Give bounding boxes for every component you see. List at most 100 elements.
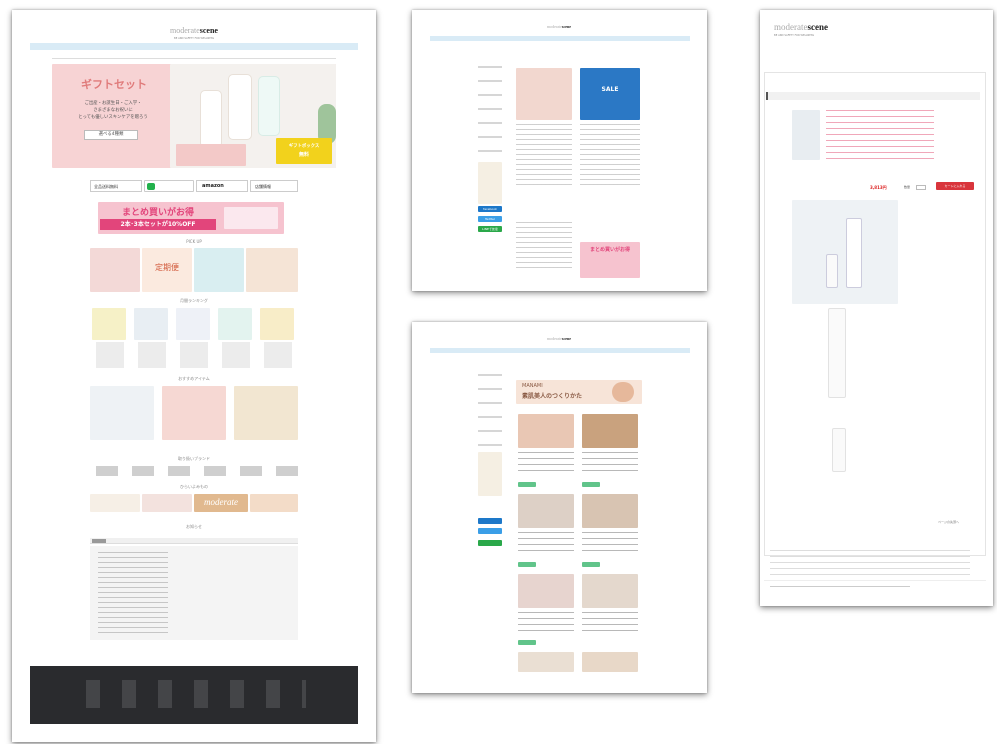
article-card-5-image[interactable] [518, 574, 574, 608]
badge-store[interactable]: 店舗情報 [250, 180, 298, 192]
article-read-more-2[interactable] [582, 482, 600, 487]
brand-logo-row[interactable] [90, 466, 300, 476]
product-back-to-top[interactable]: ページの先頭へ [938, 520, 974, 524]
blog-sidebar-banner[interactable] [478, 162, 502, 204]
article-read-more-1[interactable] [518, 482, 536, 487]
rank-item-1[interactable] [92, 308, 126, 340]
product-logo[interactable]: moderatescene [774, 22, 854, 32]
product-footer-text [770, 550, 970, 576]
news-list[interactable] [90, 546, 298, 640]
screenshot-collage: moderatescene BE AND SAFETY FOR WELLNESS… [0, 0, 997, 744]
bulk-line-1: まとめ買いがお得 [121, 208, 194, 218]
pickup-card-2[interactable]: 定期便 [142, 248, 192, 292]
bulk-discount-banner[interactable]: まとめ買いがお得 2本･3本セットが10%OFF [98, 202, 284, 234]
logo-main: scene [199, 26, 218, 35]
article-read-more-5[interactable] [518, 640, 536, 645]
product-footer-divider [764, 580, 986, 581]
reading-card-1[interactable] [90, 494, 140, 512]
article-read-more-4[interactable] [582, 562, 600, 567]
hero-banner[interactable]: ギフトセット ご出産・お誕生日・ご入学・ さまざまなお祝いに とっても優しいスキ… [52, 64, 336, 168]
news-header-bar [90, 538, 298, 544]
article-read-more-3[interactable] [518, 562, 536, 567]
hero-choose-button[interactable]: 選べる4種類 [84, 130, 138, 140]
article-sidebar-banner[interactable] [478, 452, 502, 496]
hero-gift-badge[interactable]: ギフトボックス 無料 [276, 138, 332, 164]
article-author-photo [612, 382, 634, 402]
badge-amazon[interactable]: amazon [196, 180, 248, 192]
blog-facebook-button[interactable]: facebook [478, 206, 502, 212]
bulk-line-2: 2本･3本セットが10%OFF [100, 219, 216, 230]
article-twitter-button[interactable] [478, 528, 502, 534]
rank-item-5[interactable] [260, 308, 294, 340]
product-main-image[interactable] [792, 200, 898, 304]
reading-title: ひらいよみもの [180, 484, 208, 489]
news-tab[interactable] [92, 539, 106, 543]
article-logo[interactable]: moderatescene [534, 336, 584, 341]
blog-sale-label: SALE [601, 86, 619, 93]
article-card-1-text [518, 452, 574, 476]
blog-post-text-1 [516, 124, 572, 188]
product-quantity-select[interactable] [916, 185, 926, 190]
article-card-2-image[interactable] [582, 414, 638, 448]
recommend-item-3[interactable] [234, 386, 298, 440]
blog-banner-title: まとめ買いがお得 [589, 247, 630, 253]
article-facebook-button[interactable] [478, 518, 502, 524]
reading-card-2[interactable] [142, 494, 192, 512]
blog-page-panel: moderatescene facebook Twitter LINEで友達 S… [412, 10, 707, 291]
pickup-card-4[interactable] [246, 248, 298, 292]
reading-card-4[interactable] [250, 494, 298, 512]
footer-links[interactable] [86, 680, 306, 708]
article-line-button[interactable] [478, 540, 502, 546]
product-image-2[interactable] [828, 308, 846, 398]
badge-shipping-text: 全品送料無料 [94, 184, 118, 189]
news-title: お知らせ [186, 524, 202, 529]
article-card-4-image[interactable] [582, 494, 638, 528]
rank-item-2[interactable] [134, 308, 168, 340]
blog-bulk-banner[interactable]: まとめ買いがお得 [580, 242, 640, 278]
hero-bottle-1 [200, 90, 222, 148]
recommend-item-2[interactable] [162, 386, 226, 440]
badge-shipping[interactable]: 全品送料無料 [90, 180, 142, 192]
pickup-teiki-text: 定期便 [155, 263, 179, 272]
blog-navbar[interactable] [430, 36, 690, 41]
rank-item-4[interactable] [218, 308, 252, 340]
product-cart-button[interactable]: カートに入れる [936, 182, 974, 190]
bulk-bottles [224, 207, 278, 229]
hero-bottle-3 [258, 76, 280, 136]
blog-line-button[interactable]: LINEで友達 [478, 226, 502, 232]
article-card-3-image[interactable] [518, 494, 574, 528]
logo-prefix: moderate [170, 26, 200, 35]
reading-card-3[interactable]: moderate [194, 494, 248, 512]
hero-badge-line-2: 無料 [298, 152, 309, 158]
article-card-7-image[interactable] [518, 652, 574, 672]
pickup-card-3[interactable] [194, 248, 244, 292]
hero-line-1: ご出産・お誕生日・ご入学・ [84, 101, 142, 106]
recommend-item-1[interactable] [90, 386, 154, 440]
article-header-banner[interactable]: MANAMI 素肌美人のつくりかた [516, 380, 642, 404]
badge-line[interactable] [144, 180, 194, 192]
hero-badge-line-1: ギフトボックス [288, 144, 320, 149]
product-thumb[interactable] [792, 110, 820, 160]
blog-logo[interactable]: moderatescene [534, 24, 584, 29]
recommend-title: おすすめアイテム [178, 376, 210, 381]
product-title-bar [766, 92, 980, 100]
home-divider [52, 58, 336, 59]
blog-post-image-2[interactable]: SALE [580, 68, 640, 120]
blog-post-image-1[interactable] [516, 68, 572, 120]
article-card-8-image[interactable] [582, 652, 638, 672]
blog-logo-main: scene [561, 24, 571, 29]
article-card-1-image[interactable] [518, 414, 574, 448]
home-navbar[interactable] [30, 43, 358, 50]
home-logo[interactable]: moderatescene [162, 26, 226, 35]
blog-twitter-button[interactable]: Twitter [478, 216, 502, 222]
home-page-panel: moderatescene BE AND SAFETY FOR WELLNESS… [12, 10, 376, 742]
article-card-6-image[interactable] [582, 574, 638, 608]
rank-item-3[interactable] [176, 308, 210, 340]
blog-logo-prefix: moderate [547, 24, 562, 29]
brands-title: 取り扱いブランド [178, 456, 210, 461]
ranking-captions [92, 342, 296, 368]
article-navbar[interactable] [430, 348, 690, 353]
product-image-3[interactable] [832, 428, 846, 472]
pickup-card-1[interactable] [90, 248, 140, 292]
hero-line-3: とっても優しいスキンケアを贈ろう [78, 115, 148, 120]
